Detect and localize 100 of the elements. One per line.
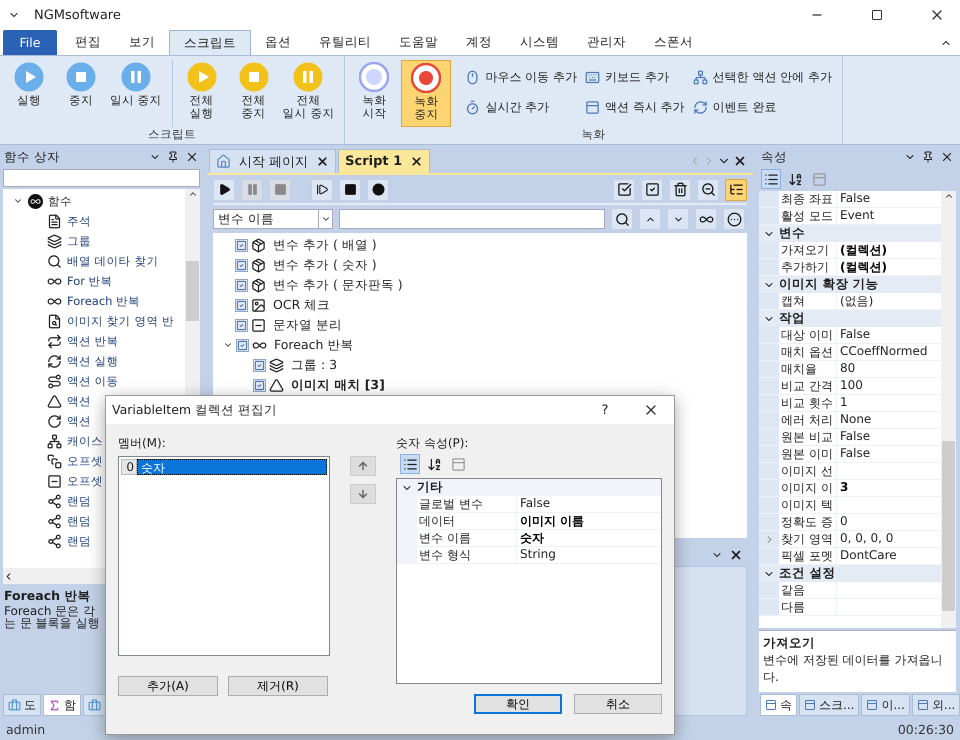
panel-tab[interactable]: 도 <box>3 694 41 716</box>
tree-item[interactable]: 이미지 찾기 영역 반 <box>67 314 174 328</box>
tree-item[interactable]: 액션 이동 <box>67 374 119 388</box>
ribbon-button[interactable]: 녹화 시작 <box>349 60 400 127</box>
more-button[interactable] <box>723 208 745 230</box>
ribbon-tab[interactable]: 관리자 <box>573 30 640 55</box>
tree-item[interactable]: 액션 <box>67 414 91 428</box>
help-button[interactable]: ? <box>582 402 628 418</box>
script-item[interactable]: 변수 추가 ( 숫자 ) <box>273 256 377 274</box>
ribbon-tab[interactable]: 유틸리티 <box>305 30 385 55</box>
script-item[interactable]: 변수 추가 ( 배열 ) <box>273 236 377 254</box>
ribbon-small-button[interactable]: 실시간 추가 <box>465 92 577 122</box>
ribbon-tab[interactable]: 스폰서 <box>640 30 707 55</box>
toolbar-button[interactable] <box>613 178 635 200</box>
ribbon-tab[interactable]: 편집 <box>61 30 115 55</box>
categorized-button[interactable] <box>400 454 420 474</box>
checkbox[interactable] <box>235 298 248 312</box>
checkbox[interactable] <box>235 318 248 332</box>
checkbox[interactable] <box>253 358 266 372</box>
tree-item[interactable]: 배열 데이타 찾기 <box>67 254 158 268</box>
ribbon-tab[interactable]: 시스템 <box>506 30 573 55</box>
ribbon-tab[interactable]: File <box>3 30 57 55</box>
checkbox[interactable] <box>235 238 248 252</box>
checkbox[interactable] <box>236 338 249 352</box>
tree-item[interactable]: 액션 <box>67 394 91 408</box>
ribbon-tab[interactable]: 도움말 <box>385 30 452 55</box>
tree-item[interactable]: Foreach 반복 <box>67 294 140 308</box>
loop-button[interactable] <box>695 208 717 230</box>
ribbon-button[interactable]: 전체 일시 중지 <box>280 60 336 127</box>
pin-icon[interactable] <box>922 151 934 163</box>
tree-item[interactable]: 액션 실행 <box>67 354 119 368</box>
panel-tab[interactable]: 이... <box>861 694 910 716</box>
search-type-dropdown[interactable]: 변수 이름 <box>213 209 333 229</box>
document-tab[interactable]: 시작 페이지 <box>209 149 336 173</box>
search-button[interactable] <box>611 208 633 230</box>
document-tab[interactable]: Script 1 <box>338 149 430 173</box>
close-icon[interactable] <box>729 548 743 562</box>
member-item[interactable]: 숫자 <box>137 459 327 475</box>
toolbar-button[interactable] <box>213 178 235 200</box>
checkbox[interactable] <box>253 378 266 392</box>
panel-tab[interactable]: 속 <box>760 694 797 716</box>
checkbox[interactable] <box>235 258 248 272</box>
tree-item[interactable]: 오프셋 <box>67 474 103 488</box>
script-item[interactable]: 이미지 매치 [3] <box>291 376 385 394</box>
toolbar-button[interactable] <box>725 178 747 200</box>
dialog-button[interactable]: 제거(R) <box>228 676 328 696</box>
close-icon[interactable] <box>185 150 199 164</box>
dialog-button[interactable]: 추가(A) <box>118 676 218 696</box>
toolbar-button[interactable] <box>641 178 663 200</box>
tree-item[interactable]: 액션 반복 <box>67 334 119 348</box>
toolbar-button[interactable] <box>339 178 361 200</box>
ribbon-button[interactable]: 전체 실행 <box>176 60 227 127</box>
toolbar-button[interactable] <box>311 178 333 200</box>
ribbon-small-button[interactable]: 마우스 이동 추가 <box>465 62 577 92</box>
move-down-button[interactable] <box>350 484 376 504</box>
ribbon-tab[interactable]: 보기 <box>115 30 169 55</box>
script-item[interactable]: 문자열 분리 <box>273 316 342 334</box>
panel-tab[interactable]: 함 <box>43 694 81 716</box>
ribbon-button[interactable]: 녹화 중지 <box>401 60 452 127</box>
tree-item[interactable]: 랜덤 <box>67 534 91 548</box>
ribbon-button[interactable]: 전체 중지 <box>228 60 279 127</box>
ribbon-button[interactable]: 중지 <box>56 60 106 127</box>
tree-item[interactable]: 랜덤 <box>67 514 91 528</box>
tree-item[interactable]: 오프셋 <box>67 454 103 468</box>
scrollbar-thumb[interactable] <box>186 261 199 321</box>
tree-item[interactable]: 함수 <box>48 194 72 208</box>
panel-tab[interactable] <box>83 694 106 716</box>
scrollbar-thumb[interactable] <box>942 441 955 611</box>
panel-tab[interactable]: 스크... <box>799 694 860 716</box>
dialog-button[interactable]: 취소 <box>574 694 662 714</box>
maximize-icon[interactable] <box>871 9 883 21</box>
dialog-button[interactable]: 확인 <box>474 694 562 714</box>
ribbon-button[interactable]: 일시 중지 <box>108 60 164 127</box>
script-item[interactable]: Foreach 반복 <box>274 336 354 354</box>
tree-item[interactable]: 랜덤 <box>67 494 91 508</box>
toolbar-button[interactable] <box>669 178 691 200</box>
ribbon-tab[interactable]: 계정 <box>452 30 506 55</box>
ribbon-button[interactable]: 실행 <box>4 60 54 127</box>
script-item[interactable]: 그룹 : 3 <box>291 356 338 374</box>
sort-icon[interactable] <box>788 172 802 186</box>
ribbon-small-button[interactable]: 이벤트 완료 <box>692 92 832 122</box>
close-icon[interactable] <box>940 150 954 164</box>
search-field[interactable] <box>3 169 200 187</box>
script-item[interactable]: OCR 체크 <box>273 296 330 314</box>
categorized-button[interactable] <box>761 169 781 189</box>
tree-item[interactable]: 캐이스 <box>67 434 103 448</box>
tree-item[interactable]: 그룹 <box>67 234 91 248</box>
move-up-button[interactable] <box>350 456 376 476</box>
close-icon[interactable] <box>410 155 424 168</box>
ribbon-small-button[interactable]: 키보드 추가 <box>584 62 685 92</box>
pin-icon[interactable] <box>167 151 179 163</box>
ribbon-small-button[interactable]: 액션 즉시 추가 <box>584 92 685 122</box>
ribbon-tab[interactable]: 옵션 <box>251 30 305 55</box>
ribbon-small-button[interactable]: 선택한 액션 안에 추가 <box>692 62 832 92</box>
ribbon-tab[interactable]: 스크립트 <box>169 30 251 55</box>
search-field[interactable] <box>339 209 605 229</box>
toolbar-button[interactable] <box>697 178 719 200</box>
tree-item[interactable]: 주석 <box>67 214 91 228</box>
members-list[interactable]: 0 숫자 <box>118 456 330 656</box>
close-icon[interactable] <box>733 154 747 168</box>
